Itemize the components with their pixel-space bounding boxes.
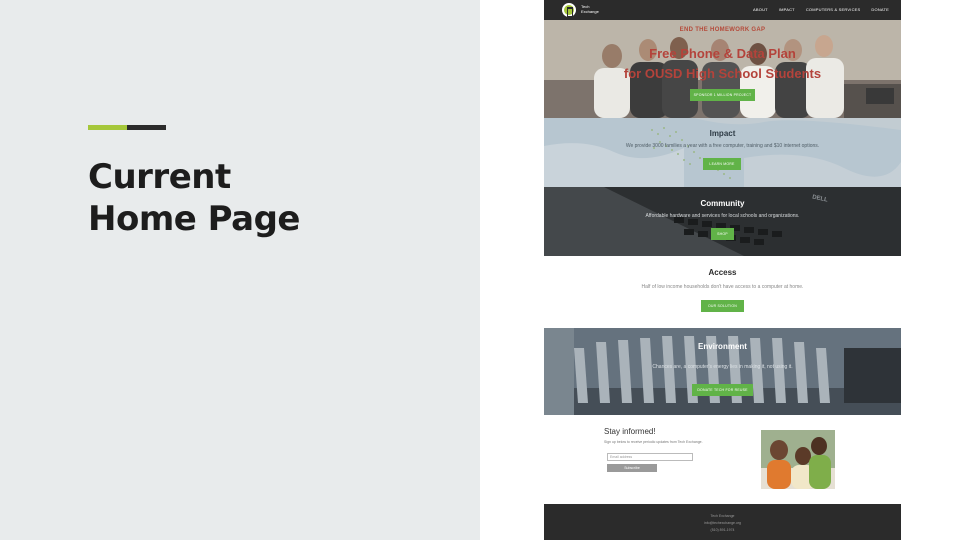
- hero-title-line1: Free Phone & Data Plan: [649, 46, 796, 61]
- accent-bar-green: [88, 125, 127, 130]
- nav-links: ABOUT IMPACT COMPUTERS & SERVICES DONATE: [753, 7, 889, 12]
- shop-button[interactable]: SHOP: [711, 228, 734, 240]
- environment-text: Chances are, a computer's energy lies in…: [652, 364, 793, 370]
- community-section: DELL Community Affordable hardware and s…: [544, 187, 901, 256]
- nav-link-impact[interactable]: IMPACT: [779, 7, 795, 12]
- impact-section: Impact We provide 3000 families a year w…: [544, 118, 901, 187]
- subscribe-button[interactable]: Subscribe: [607, 464, 657, 472]
- site-nav: Tech Exchange ABOUT IMPACT COMPUTERS & S…: [544, 0, 901, 20]
- accent-bar: [88, 125, 166, 130]
- hero-title-line2: for OUSD High School Students: [623, 66, 822, 81]
- site-footer: Tech Exchange info@techexchange.org (510…: [544, 504, 901, 540]
- donate-tech-button[interactable]: DONATE TECH FOR REUSE: [692, 384, 753, 396]
- community-text: Affordable hardware and services for loc…: [645, 213, 800, 219]
- site-logo-text[interactable]: Tech Exchange: [581, 4, 621, 14]
- website-screenshot: Tech Exchange ABOUT IMPACT COMPUTERS & S…: [544, 0, 901, 540]
- our-solution-button[interactable]: OUR SOLUTION: [701, 300, 744, 312]
- access-text: Half of low income households don't have…: [641, 284, 804, 290]
- access-title: Access: [708, 268, 737, 277]
- sponsor-button[interactable]: SPONSOR 1 MILLION PROJECT: [690, 89, 755, 101]
- slide-title-line1: Current: [88, 157, 231, 197]
- environment-title: Environment: [698, 342, 747, 351]
- impact-title: Impact: [709, 129, 736, 138]
- hero-section: END THE HOMEWORK GAP Free Phone & Data P…: [544, 20, 901, 118]
- community-laptop-image: [544, 187, 901, 256]
- newsletter-section: Stay informed! Sign up below to receive …: [544, 415, 901, 504]
- newsletter-text: Sign up below to receive periodic update…: [604, 440, 703, 444]
- nav-link-donate[interactable]: DONATE: [871, 7, 889, 12]
- logo-line2: Exchange: [581, 9, 599, 14]
- accent-bar-dark: [127, 125, 166, 130]
- tech-exchange-logo-icon[interactable]: [562, 3, 576, 17]
- nav-link-computers-services[interactable]: COMPUTERS & SERVICES: [806, 7, 861, 12]
- footer-email[interactable]: info@techexchange.org: [544, 521, 901, 525]
- slide-title-line2: Home Page: [88, 199, 300, 239]
- newsletter-title: Stay informed!: [604, 427, 656, 436]
- learn-more-button[interactable]: LEARN MORE: [703, 158, 741, 170]
- slide-panel: Current Home Page: [0, 0, 480, 540]
- slide-title: Current Home Page: [88, 156, 448, 240]
- hero-kicker: END THE HOMEWORK GAP: [679, 27, 766, 33]
- email-input[interactable]: Email address: [607, 453, 693, 461]
- access-section: Access Half of low income households don…: [544, 256, 901, 328]
- footer-org-name: Tech Exchange: [710, 514, 735, 518]
- hero-title: Free Phone & Data Plan for OUSD High Sch…: [544, 44, 901, 84]
- family-photo: [761, 430, 835, 489]
- nav-link-about[interactable]: ABOUT: [753, 7, 768, 12]
- impact-text: We provide 3000 families a year with a f…: [625, 143, 820, 149]
- footer-phone: (510) 891-1974: [710, 528, 735, 532]
- community-title: Community: [700, 199, 745, 208]
- environment-section: Environment Chances are, a computer's en…: [544, 328, 901, 415]
